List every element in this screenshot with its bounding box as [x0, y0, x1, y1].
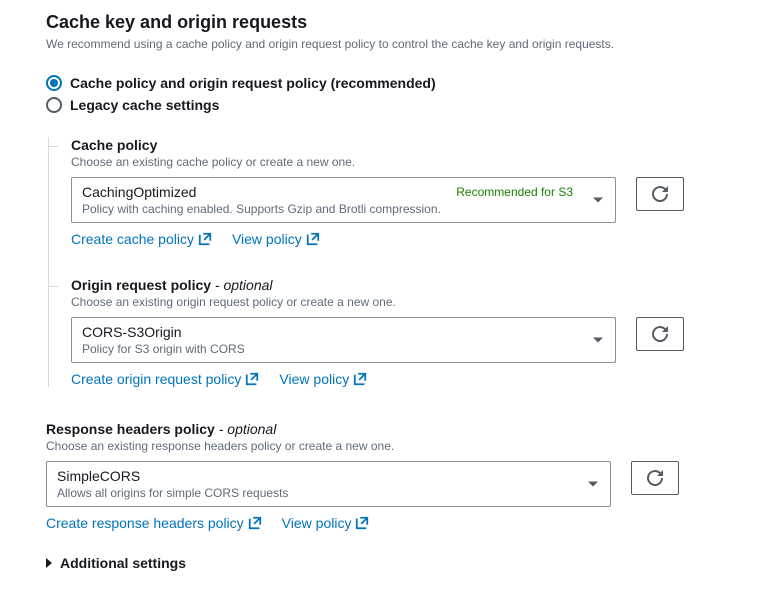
- radio-label: Legacy cache settings: [70, 97, 219, 113]
- additional-settings-label: Additional settings: [60, 555, 186, 571]
- link-text: Create origin request policy: [71, 371, 241, 387]
- origin-policy-select[interactable]: CORS-S3Origin Policy for S3 origin with …: [71, 317, 616, 363]
- external-link-icon: [245, 372, 259, 386]
- section-subtitle: We recommend using a cache policy and or…: [46, 37, 757, 51]
- origin-policy-value: CORS-S3Origin: [82, 324, 182, 340]
- tree-tick: [48, 286, 58, 287]
- link-text: View policy: [282, 515, 352, 531]
- view-response-policy-link[interactable]: View policy: [282, 515, 370, 531]
- view-cache-policy-link[interactable]: View policy: [232, 231, 320, 247]
- optional-text: - optional: [211, 277, 272, 293]
- create-origin-policy-link[interactable]: Create origin request policy: [71, 371, 259, 387]
- link-text: View policy: [279, 371, 349, 387]
- policy-indent-block: Cache policy Choose an existing cache po…: [48, 137, 757, 387]
- radio-cache-policy[interactable]: Cache policy and origin request policy (…: [46, 75, 757, 91]
- additional-settings-toggle[interactable]: Additional settings: [46, 555, 757, 571]
- response-policy-desc: Allows all origins for simple CORS reque…: [57, 486, 574, 500]
- radio-legacy[interactable]: Legacy cache settings: [46, 97, 757, 113]
- origin-policy-hint: Choose an existing origin request policy…: [71, 295, 757, 309]
- tree-tick: [48, 146, 58, 147]
- create-response-policy-link[interactable]: Create response headers policy: [46, 515, 262, 531]
- cache-policy-field: Cache policy Choose an existing cache po…: [71, 137, 757, 247]
- optional-text: - optional: [215, 421, 276, 437]
- chevron-down-icon: [593, 338, 603, 343]
- chevron-down-icon: [588, 482, 598, 487]
- caret-right-icon: [46, 558, 52, 568]
- response-policy-field: Response headers policy - optional Choos…: [46, 421, 757, 531]
- response-policy-refresh-button[interactable]: [631, 461, 679, 495]
- external-link-icon: [198, 232, 212, 246]
- origin-policy-desc: Policy for S3 origin with CORS: [82, 342, 579, 356]
- refresh-icon: [652, 186, 668, 202]
- refresh-icon: [647, 470, 663, 486]
- external-link-icon: [355, 516, 369, 530]
- external-link-icon: [353, 372, 367, 386]
- link-text: Create response headers policy: [46, 515, 244, 531]
- cache-policy-refresh-button[interactable]: [636, 177, 684, 211]
- external-link-icon: [248, 516, 262, 530]
- recommended-badge: Recommended for S3: [456, 185, 573, 199]
- cache-policy-value: CachingOptimized: [82, 184, 196, 200]
- link-text: Create cache policy: [71, 231, 194, 247]
- response-policy-label: Response headers policy - optional: [46, 421, 757, 437]
- cache-policy-desc: Policy with caching enabled. Supports Gz…: [82, 202, 579, 216]
- link-text: View policy: [232, 231, 302, 247]
- create-cache-policy-link[interactable]: Create cache policy: [71, 231, 212, 247]
- origin-policy-label: Origin request policy - optional: [71, 277, 757, 293]
- response-policy-value: SimpleCORS: [57, 468, 140, 484]
- cache-policy-label: Cache policy: [71, 137, 757, 153]
- external-link-icon: [306, 232, 320, 246]
- radio-label: Cache policy and origin request policy (…: [70, 75, 436, 91]
- cache-policy-hint: Choose an existing cache policy or creat…: [71, 155, 757, 169]
- origin-policy-field: Origin request policy - optional Choose …: [71, 277, 757, 387]
- section-title: Cache key and origin requests: [46, 12, 757, 33]
- chevron-down-icon: [593, 198, 603, 203]
- cache-policy-select[interactable]: CachingOptimized Recommended for S3 Poli…: [71, 177, 616, 223]
- view-origin-policy-link[interactable]: View policy: [279, 371, 367, 387]
- response-policy-hint: Choose an existing response headers poli…: [46, 439, 757, 453]
- radio-icon: [46, 97, 62, 113]
- response-policy-select[interactable]: SimpleCORS Allows all origins for simple…: [46, 461, 611, 507]
- origin-policy-refresh-button[interactable]: [636, 317, 684, 351]
- refresh-icon: [652, 326, 668, 342]
- radio-icon: [46, 75, 62, 91]
